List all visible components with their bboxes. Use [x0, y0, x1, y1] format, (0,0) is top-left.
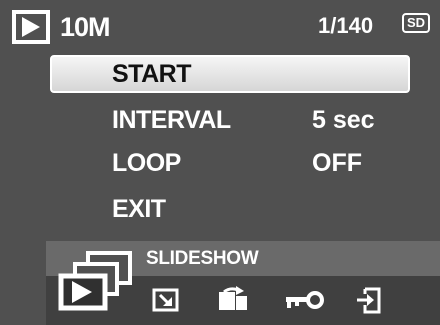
protect-key-icon[interactable] — [283, 286, 325, 319]
resize-icon[interactable] — [151, 286, 181, 319]
menu-item-start[interactable]: START — [50, 55, 410, 93]
interval-value: 5 sec — [312, 106, 375, 134]
menu-item-loop[interactable]: LOOP OFF — [50, 144, 410, 182]
menu-item-label: INTERVAL — [112, 106, 231, 134]
resolution-indicator: 10M — [60, 12, 111, 42]
menu-item-exit[interactable]: EXIT — [50, 190, 410, 228]
playback-mode-icon — [12, 10, 50, 44]
menu-item-label: LOOP — [112, 149, 181, 177]
menu-item-interval[interactable]: INTERVAL 5 sec — [50, 101, 410, 139]
active-mode-label: SLIDESHOW — [146, 248, 259, 269]
import-icon[interactable] — [355, 286, 385, 321]
image-counter: 1/140 — [318, 13, 374, 38]
menu-item-label: START — [112, 60, 191, 88]
rotate-icon[interactable] — [216, 286, 250, 319]
menu-item-label: EXIT — [112, 195, 166, 223]
status-left: 10M — [12, 10, 111, 44]
loop-value: OFF — [312, 149, 362, 177]
sd-card-icon: SD — [402, 13, 430, 33]
camera-playback-screen: 10M 1/140 SD START INTERVAL 5 sec LOOP O… — [0, 0, 440, 325]
slideshow-icon[interactable] — [52, 250, 134, 321]
